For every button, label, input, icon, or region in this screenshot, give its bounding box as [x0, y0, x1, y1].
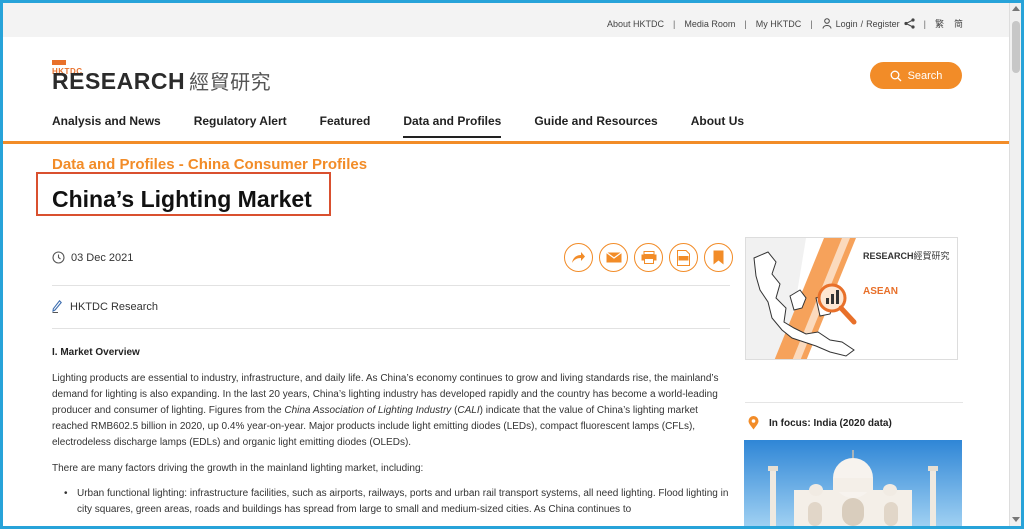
author-divider	[52, 328, 730, 329]
nav-guide-and-resources[interactable]: Guide and Resources	[534, 114, 657, 138]
user-icon	[822, 18, 832, 29]
utility-bar: About HKTDC | Media Room | My HKTDC | Lo…	[3, 3, 1021, 37]
utility-links: About HKTDC | Media Room | My HKTDC | Lo…	[606, 17, 963, 30]
nav-data-and-profiles[interactable]: Data and Profiles	[403, 114, 502, 138]
nav-analysis-and-news[interactable]: Analysis and News	[52, 114, 161, 138]
pdf-file-icon	[677, 249, 690, 266]
cali-full-name: China Association of Lighting Industry	[284, 405, 452, 416]
share-toolbar	[564, 243, 739, 272]
printer-icon	[641, 251, 656, 264]
asean-logo-chinese: 經貿研究	[913, 251, 950, 261]
pdf-button[interactable]	[669, 243, 698, 272]
about-hktdc-link[interactable]: About HKTDC	[607, 19, 664, 29]
scroll-up-arrow-icon[interactable]	[1012, 6, 1020, 11]
search-button[interactable]: Search	[870, 62, 962, 89]
share-button[interactable]	[564, 243, 593, 272]
nav-divider	[3, 141, 1009, 144]
article-paragraph-1: Lighting products are essential to indus…	[52, 373, 719, 448]
bookmark-button[interactable]	[704, 243, 733, 272]
in-focus-title-text: In focus: India (2020 data)	[769, 417, 892, 429]
article-category-link[interactable]: Data and Profiles - China Consumer Profi…	[52, 156, 367, 173]
cali-abbrev: CALI	[457, 405, 480, 416]
register-link[interactable]: Register	[866, 19, 900, 29]
nav-featured[interactable]: Featured	[320, 114, 371, 138]
date-text: 03 Dec 2021	[71, 251, 134, 264]
login-link[interactable]: Login	[836, 19, 858, 29]
article-paragraph-2: There are many factors driving the growt…	[52, 463, 424, 474]
scroll-thumb[interactable]	[1012, 21, 1020, 73]
login-register-divider: /	[860, 18, 864, 29]
envelope-icon	[605, 252, 622, 263]
main-nav: Analysis and News Regulatory Alert Featu…	[52, 114, 777, 138]
logo-bar-icon	[52, 60, 66, 66]
title-highlight-box	[36, 172, 331, 216]
vertical-scrollbar[interactable]	[1009, 3, 1021, 526]
asean-promo-banner[interactable]: RESEARCH經貿研究 ASEAN	[745, 237, 958, 360]
share-icon[interactable]	[904, 18, 915, 29]
taj-mahal-illustration	[744, 440, 962, 526]
nav-regulatory-alert[interactable]: Regulatory Alert	[194, 114, 287, 138]
lang-traditional-link[interactable]: 繁	[935, 17, 944, 30]
forward-arrow-icon	[572, 252, 585, 263]
author-name: HKTDC Research	[70, 300, 159, 313]
location-pin-icon	[748, 416, 759, 430]
section-heading: I. Market Overview	[52, 347, 140, 358]
article-date: 03 Dec 2021	[52, 251, 133, 264]
my-hktdc-link[interactable]: My HKTDC	[756, 19, 802, 29]
india-taj-mahal-image[interactable]	[744, 440, 962, 526]
asean-label: ASEAN	[863, 286, 899, 297]
search-label: Search	[907, 69, 943, 82]
media-room-link[interactable]: Media Room	[684, 19, 735, 29]
logo-chinese-text: 經貿研究	[189, 72, 272, 94]
meta-divider	[52, 285, 730, 286]
scroll-down-arrow-icon[interactable]	[1012, 517, 1020, 522]
article-author: HKTDC Research	[52, 300, 158, 313]
print-button[interactable]	[634, 243, 663, 272]
list-item: Urban functional lighting: infrastructur…	[64, 486, 732, 518]
bookmark-icon	[713, 250, 724, 265]
email-button[interactable]	[599, 243, 628, 272]
logo-research-text: RESEARCH	[52, 68, 186, 94]
in-focus-title[interactable]: In focus: India (2020 data)	[748, 416, 892, 430]
asean-logo-research: RESEARCH	[863, 251, 914, 261]
clock-icon	[52, 251, 65, 264]
search-icon	[890, 70, 902, 81]
lang-simplified-link[interactable]: 简	[954, 17, 963, 30]
nav-about-us[interactable]: About Us	[691, 114, 744, 138]
pen-icon	[52, 300, 62, 313]
